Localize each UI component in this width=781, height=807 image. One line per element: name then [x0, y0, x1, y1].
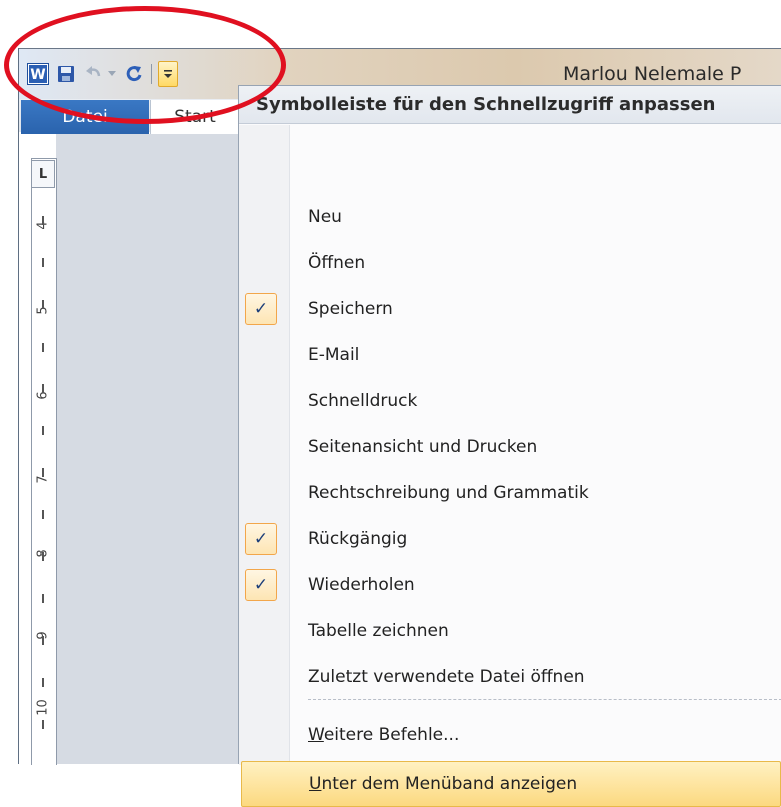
word-icon[interactable]: W — [27, 63, 49, 85]
menu-item-label: Weitere Befehle... — [308, 712, 459, 758]
menu-item-weitere-befehle[interactable]: Weitere Befehle... — [239, 712, 781, 758]
undo-dropdown-icon[interactable] — [107, 63, 117, 85]
ruler-tick — [42, 678, 44, 687]
menu-item-label: E-Mail — [308, 345, 360, 365]
menu-item-seitenansicht[interactable]: Seitenansicht und Drucken — [239, 424, 781, 470]
menu-item-tabelle-zeichnen[interactable]: Tabelle zeichnen — [239, 608, 781, 654]
ruler-tick — [42, 594, 44, 603]
menu-item-label: Wiederholen — [308, 575, 415, 595]
menu-item-label: Öffnen — [308, 253, 366, 273]
customize-qat-icon[interactable] — [158, 61, 178, 87]
svg-text:W: W — [30, 67, 45, 83]
menu-item-unter-menueband[interactable]: Unter dem Menüband anzeigen — [241, 761, 781, 807]
accelerator-key: W — [308, 725, 324, 745]
menu-item-email[interactable]: E-Mail — [239, 332, 781, 378]
menu-item-label: Schnelldruck — [308, 391, 418, 411]
menu-item-label: Tabelle zeichnen — [308, 621, 449, 641]
menu-item-wiederholen[interactable]: ✓ Wiederholen — [239, 562, 781, 608]
quick-access-toolbar: W — [27, 61, 178, 87]
undo-icon[interactable] — [83, 63, 105, 85]
checkmark-icon: ✓ — [245, 293, 277, 325]
checkmark-icon: ✓ — [245, 523, 277, 555]
menu-item-neu[interactable]: Neu — [239, 194, 781, 240]
ruler-tick — [42, 300, 44, 309]
ruler-tick — [42, 468, 44, 477]
ruler-number: 10 — [35, 699, 51, 716]
ruler-tick — [42, 384, 44, 393]
save-icon[interactable] — [55, 63, 77, 85]
menu-item-label: Seitenansicht und Drucken — [308, 437, 538, 457]
toolbar-separator — [151, 64, 152, 84]
menu-item-rueckgaengig[interactable]: ✓ Rückgängig — [239, 516, 781, 562]
checkmark-icon: ✓ — [245, 569, 277, 601]
menu-item-label-rest: nter dem Menüband anzeigen — [321, 774, 578, 794]
accelerator-key: U — [309, 774, 322, 794]
word-window: W Marlou Nelemale P Datei Start L 4 5 6 … — [18, 48, 781, 807]
tab-file[interactable]: Datei — [21, 100, 149, 134]
ruler-tick — [42, 216, 44, 225]
ruler-tick — [42, 720, 44, 729]
ruler-tick — [42, 636, 44, 645]
redo-icon[interactable] — [123, 63, 145, 85]
menu-item-label: Zuletzt verwendete Datei öffnen — [308, 667, 585, 687]
menu-item-speichern[interactable]: ✓ Speichern — [239, 286, 781, 332]
menu-item-oeffnen[interactable]: Öffnen — [239, 240, 781, 286]
tab-start[interactable]: Start — [150, 100, 240, 134]
menu-item-label: Unter dem Menüband anzeigen — [309, 761, 577, 807]
menu-item-label-rest: eitere Befehle... — [323, 725, 460, 745]
menu-header: Symbolleiste für den Schnellzugriff anpa… — [239, 86, 781, 124]
ruler-tick — [42, 426, 44, 435]
menu-item-zuletzt-verwendet[interactable]: Zuletzt verwendete Datei öffnen — [239, 654, 781, 700]
menu-separator — [308, 699, 781, 700]
tab-selector-button[interactable]: L — [31, 160, 55, 188]
ruler-tick — [42, 343, 44, 352]
menu-item-schnelldruck[interactable]: Schnelldruck — [239, 378, 781, 424]
ruler-tick — [42, 258, 44, 267]
menu-item-label: Neu — [308, 207, 342, 227]
ruler-tick — [42, 510, 44, 519]
window-title: Marlou Nelemale P — [563, 63, 742, 85]
menu-item-rechtschreibung[interactable]: Rechtschreibung und Grammatik — [239, 470, 781, 516]
menu-item-label: Rückgängig — [308, 529, 408, 549]
ruler-tick — [42, 552, 44, 561]
menu-item-label: Rechtschreibung und Grammatik — [308, 483, 589, 503]
vertical-ruler[interactable] — [31, 158, 57, 765]
customize-qat-menu: Symbolleiste für den Schnellzugriff anpa… — [238, 85, 781, 807]
document-background — [56, 134, 239, 764]
menu-item-label: Speichern — [308, 299, 393, 319]
